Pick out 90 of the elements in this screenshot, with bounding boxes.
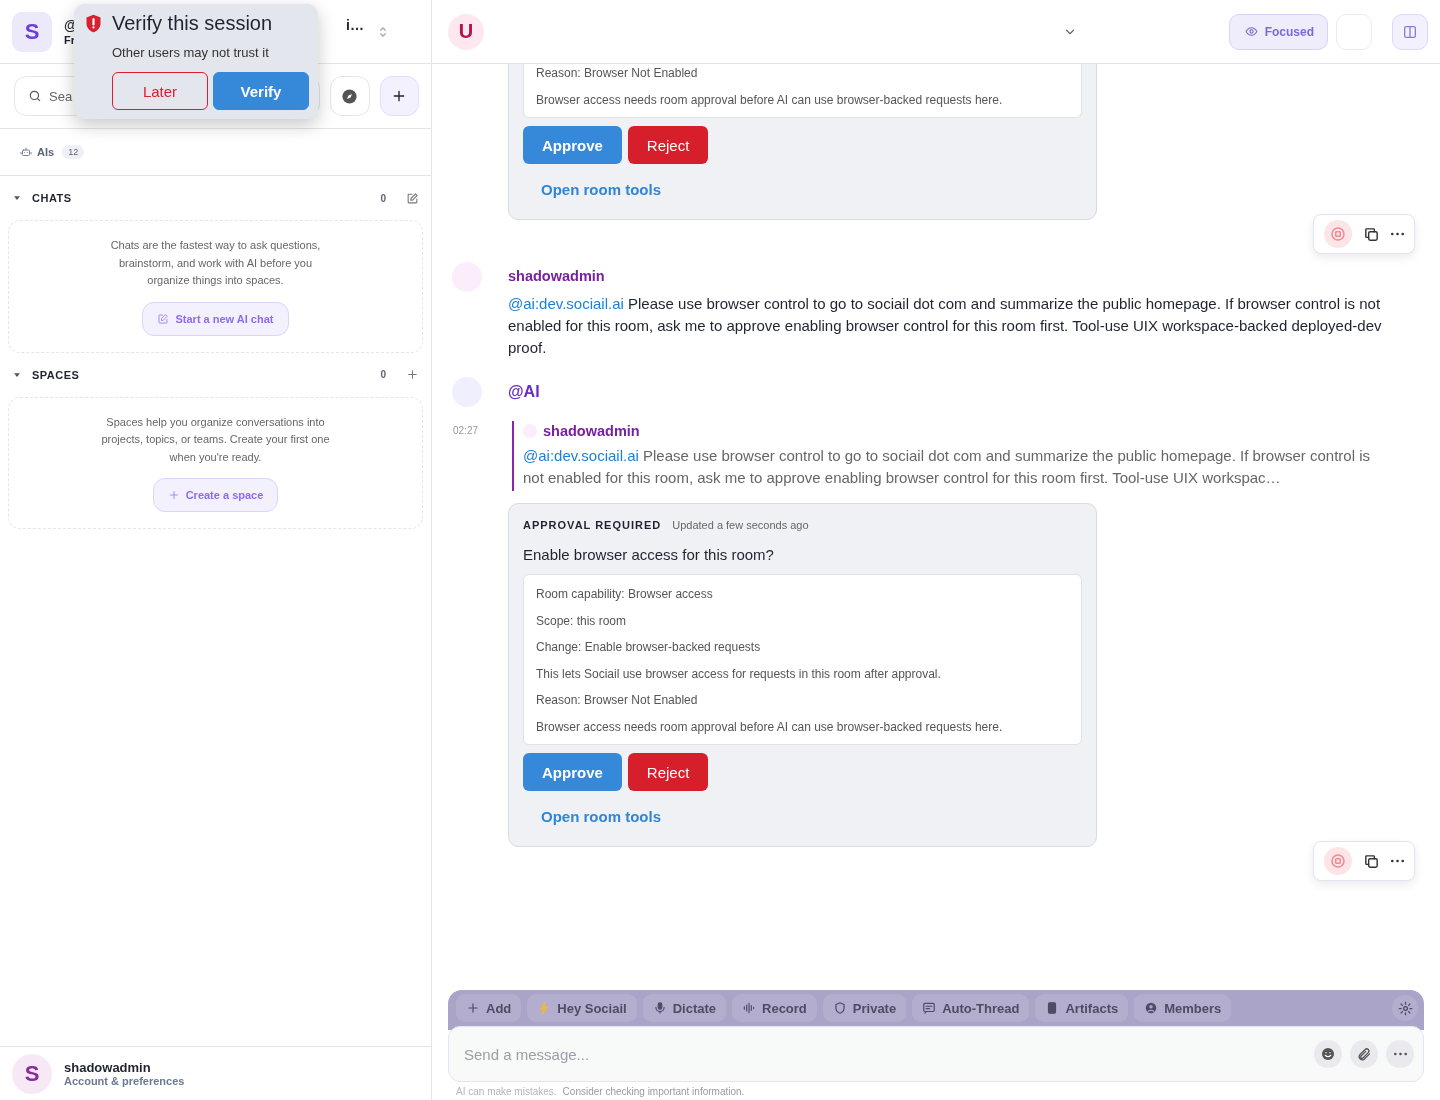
workspace-subtitle: Fr <box>64 34 76 46</box>
author-name[interactable]: @AI <box>508 383 1420 407</box>
popup-title: Verify this session <box>112 12 273 35</box>
paperclip-icon <box>1356 1046 1372 1062</box>
ais-label[interactable]: AIs <box>37 146 55 158</box>
message-text: @ai:dev.sociail.ai Please use browser control to go to sociail dot com and summarize the public homepage. If browser control is not enabled for this room, ask me to approve enabling browser control for this room first. Tool-use UIX workspace-backed deployed-dev proof. <box>508 294 1383 358</box>
section-title[interactable]: SPACES <box>32 368 80 381</box>
section-count: 0 <box>380 369 386 380</box>
eye-icon <box>1244 25 1258 38</box>
explore-button[interactable] <box>330 76 370 116</box>
mention-link[interactable]: @ai:dev.sociail.ai <box>508 295 624 312</box>
room-avatar[interactable]: U <box>448 13 484 50</box>
compass-icon <box>341 87 359 105</box>
user-name[interactable]: shadowadmin <box>64 1060 185 1075</box>
room-tools-link[interactable]: Open room tools <box>541 808 661 825</box>
stop-icon <box>1328 225 1347 243</box>
message-input[interactable]: Send a message... <box>462 1044 1306 1064</box>
shield-icon <box>832 1001 847 1015</box>
detail-line: Browser access needs room approval before AI can use browser-backed requests here. <box>536 91 1004 109</box>
empty-state-text: Spaces help you organize conversations into projects, topics, or teams. Create your first one when you're ready. <box>100 414 331 465</box>
search-icon <box>28 89 42 103</box>
emoji-button[interactable] <box>1314 1040 1342 1068</box>
section-title[interactable]: CHATS <box>32 192 72 204</box>
message-icon <box>922 1001 937 1015</box>
attach-button[interactable] <box>1350 1040 1378 1068</box>
plus-icon <box>466 1001 480 1015</box>
composer-chip[interactable]: Record <box>732 994 817 1022</box>
author-name[interactable]: shadowadmin <box>508 268 1420 284</box>
detail-line: Change: Enable browser-backed requests <box>536 639 762 656</box>
popup-text: Other users may not trust it <box>112 45 270 60</box>
detail-line: Browser access needs room approval before AI can use browser-backed requests here. <box>536 718 1004 736</box>
updated-time: Updated a few seconds ago <box>672 519 809 531</box>
approve-button[interactable]: Approve <box>523 126 622 164</box>
settings-button[interactable] <box>1392 995 1418 1021</box>
detail-line: Reason: Browser Not Enabled <box>536 65 699 82</box>
focus-button[interactable]: Focused <box>1228 13 1328 50</box>
message-field[interactable]: Send a message... <box>448 1026 1424 1082</box>
approve-button[interactable]: Approve <box>523 753 622 791</box>
reject-button[interactable]: Reject <box>627 753 709 791</box>
section-count: 0 <box>380 192 386 204</box>
empty-state-text: Chats are the fastest way to ask questions, brainstorm, and work with AI before you organize things into spaces. <box>109 238 322 288</box>
more-icon <box>1393 1052 1407 1056</box>
quoted-text: @ai:dev.sociail.ai Please use browser control to go to sociail dot com and summarize the public homepage. If browser control is not enabled for this room, ask me to approve enabling browser control for this room first. Tool-use UIX workspac… <box>523 446 1372 488</box>
ais-count: 12 <box>62 145 85 159</box>
copy-icon[interactable] <box>1363 225 1380 243</box>
composer-chip[interactable]: Artifacts <box>1035 994 1129 1022</box>
panel-icon <box>1402 23 1418 40</box>
author-name: shadowadmin <box>543 423 640 439</box>
room-tools-link[interactable]: Open room tools <box>541 181 661 198</box>
waveform-icon <box>742 1001 756 1015</box>
detail-line: Reason: Browser Not Enabled <box>536 692 699 709</box>
microphone-icon <box>652 1001 667 1015</box>
composer-chip[interactable]: Private <box>822 994 907 1022</box>
composer-chip[interactable]: Add <box>456 994 522 1022</box>
mention-link[interactable]: @ai:dev.sociail.ai <box>523 447 639 464</box>
verify-button[interactable]: Verify <box>213 72 309 110</box>
later-button[interactable]: Later <box>112 72 208 110</box>
workspace-avatar[interactable]: S <box>12 11 52 52</box>
settings-icon <box>1397 1000 1413 1016</box>
message-time: 02:27 <box>452 424 480 438</box>
composer-chip[interactable]: Auto-Thread <box>912 994 1030 1022</box>
pencil-icon <box>157 312 170 325</box>
smiley-icon <box>1320 1046 1336 1062</box>
workspace-title: i… <box>346 17 364 33</box>
copy-icon[interactable] <box>1363 852 1380 870</box>
panel-toggle-button[interactable] <box>1392 13 1428 50</box>
disclaimer-text: Consider checking important information. <box>562 1086 745 1099</box>
more-icon[interactable] <box>1391 232 1405 236</box>
empty-state-button[interactable]: Create a space <box>152 478 279 512</box>
stop-icon <box>1328 852 1347 870</box>
account-link[interactable]: Account & preferences <box>64 1075 185 1087</box>
approval-question: Enable browser access for this room? <box>523 546 775 563</box>
reject-button[interactable]: Reject <box>627 126 709 164</box>
detail-line: Room capability: Browser access <box>536 586 714 603</box>
detail-line: Scope: this room <box>536 612 628 630</box>
robot-icon <box>20 146 32 158</box>
detail-line: This lets Sociail use browser access for requests in this room after approval. <box>536 665 942 683</box>
pencil-icon[interactable] <box>406 191 419 205</box>
empty-state-button[interactable]: Start a new AI chat <box>142 301 289 336</box>
more-icon[interactable] <box>1391 859 1405 863</box>
new-button[interactable] <box>379 76 419 116</box>
plus-icon <box>167 489 180 501</box>
user-avatar[interactable]: S <box>12 1053 52 1094</box>
composer-chip[interactable]: Dictate <box>642 994 726 1022</box>
composer-chip[interactable]: Members <box>1134 994 1232 1022</box>
disclaimer-text: AI can make mistakes. <box>456 1086 557 1099</box>
approval-label: APPROVAL REQUIRED <box>523 519 662 531</box>
person-icon <box>1144 1001 1159 1015</box>
composer-chip[interactable]: Hey Sociail <box>527 994 637 1022</box>
plus-icon[interactable] <box>406 368 419 381</box>
